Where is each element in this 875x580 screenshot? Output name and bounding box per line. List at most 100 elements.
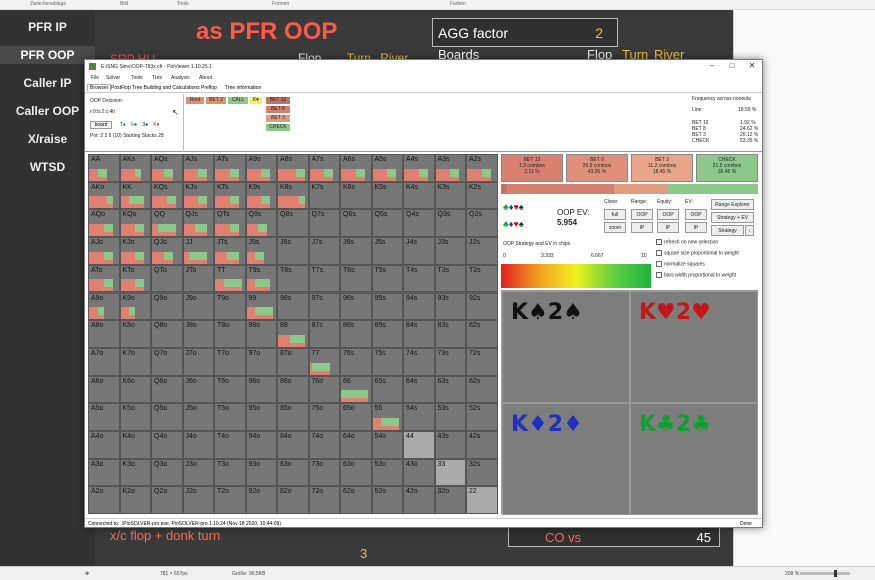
grid-cell[interactable]: T4s [403,264,435,293]
grid-cell[interactable]: Q2s [466,209,498,238]
grid-cell[interactable]: 88 [277,320,309,348]
grid-cell[interactable]: 55 [371,403,403,431]
path-bet2[interactable]: BET 2 [206,97,226,104]
menu-item[interactable]: File [91,75,99,81]
grid-cell[interactable]: Q6s [340,209,372,238]
grid-cell[interactable]: K3o [119,458,151,487]
path-turn-card[interactable]: K♥ [250,97,262,104]
grid-cell[interactable]: JTs [214,237,246,265]
grid-cell[interactable]: QQ [151,209,183,238]
grid-cell[interactable]: KTo [119,264,151,293]
grid-cell[interactable]: J3s [434,237,466,265]
grid-cell[interactable]: 63s [434,375,466,404]
grid-cell[interactable]: 44 [403,431,435,459]
grid-cell[interactable]: A6s [340,154,372,182]
grid-cell[interactable]: 33 [434,458,466,487]
grid-cell[interactable]: 94o [245,431,277,459]
grid-cell[interactable]: 82s [466,320,498,348]
grid-cell[interactable]: 64s [403,375,435,404]
path-root[interactable]: Root [186,97,204,104]
grid-cell[interactable]: K8o [119,320,151,348]
tab-item[interactable]: Preflop [201,85,217,91]
grid-cell[interactable]: ATs [214,154,246,182]
grid-cell[interactable]: 83s [434,320,466,348]
action-check[interactable]: CHECK [266,124,290,131]
grid-cell[interactable]: 63o [340,458,372,487]
grid-cell[interactable]: Q4o [151,431,183,459]
grid-cell[interactable]: 87s [308,320,340,348]
menu-item[interactable]: Analysis [171,75,190,81]
grid-cell[interactable]: A8o [88,320,120,348]
grid-cell[interactable]: A8s [277,154,309,182]
grid-cell[interactable]: 72o [308,486,340,515]
grid-cell[interactable]: AJo [88,237,120,265]
grid-cell[interactable]: AQs [151,154,183,182]
grid-cell[interactable]: 42s [466,431,498,459]
combo-cell[interactable]: K♥2♥ [630,291,758,403]
grid-cell[interactable]: 86s [340,320,372,348]
grid-cell[interactable]: 53s [434,403,466,431]
grid-cell[interactable]: AKo [88,181,120,210]
grid-cell[interactable]: 95s [371,292,403,321]
grid-cell[interactable]: 54o [371,431,403,459]
grid-cell[interactable]: 74s [403,347,435,376]
grid-cell[interactable]: QJo [151,237,183,265]
grid-cell[interactable]: J4s [403,237,435,265]
strategy-box-0[interactable]: BET 12 1.3 combos 2.11 % [501,154,563,182]
grid-cell[interactable]: 77 [308,347,340,376]
grid-cell[interactable]: A3o [88,458,120,487]
grid-cell[interactable]: A9s [245,154,277,182]
grid-cell[interactable]: 95o [245,403,277,431]
grid-cell[interactable]: A4s [403,154,435,182]
grid-cell[interactable]: A2o [88,486,120,515]
grid-cell[interactable]: Q6o [151,375,183,404]
menu-item[interactable]: About [199,75,212,81]
action-bet8[interactable]: BET 8 [266,106,290,113]
grid-cell[interactable]: A7s [308,154,340,182]
tab-item[interactable]: PostFlop Tree Building and Calculations [111,85,200,91]
grid-cell[interactable]: T6o [214,375,246,404]
range-explorer-button[interactable]: Range Explorer [711,199,754,210]
ctl-button[interactable]: zoom [604,222,626,233]
grid-cell[interactable]: T7o [214,347,246,376]
grid-cell[interactable]: Q9o [151,292,183,321]
grid-cell[interactable]: T9o [214,292,246,321]
grid-cell[interactable]: 52o [371,486,403,515]
grid-cell[interactable]: T5o [214,403,246,431]
grid-cell[interactable]: 85o [277,403,309,431]
grid-cell[interactable]: J5s [371,237,403,265]
minimize-icon[interactable]: – [703,61,721,72]
option-checkbox[interactable]: refresh on new selection [656,239,718,245]
grid-cell[interactable]: T7s [308,264,340,293]
path-call[interactable]: CALL [228,97,248,104]
grid-cell[interactable]: 32o [434,486,466,515]
grid-cell[interactable]: J5o [182,403,214,431]
grid-cell[interactable]: K7s [308,181,340,210]
grid-cell[interactable]: Q8s [277,209,309,238]
grid-cell[interactable]: 92s [466,292,498,321]
zoom-slider-thumb[interactable] [834,570,837,577]
grid-cell[interactable]: Q4s [403,209,435,238]
grid-cell[interactable]: K9o [119,292,151,321]
grid-cell[interactable]: A5s [371,154,403,182]
grid-cell[interactable]: K2s [466,181,498,210]
grid-cell[interactable]: Q9s [245,209,277,238]
grid-cell[interactable]: 42o [403,486,435,515]
grid-cell[interactable]: QJs [182,209,214,238]
grid-cell[interactable]: 93s [434,292,466,321]
grid-cell[interactable]: ATo [88,264,120,293]
grid-cell[interactable]: AA [88,154,120,182]
grid-cell[interactable]: 64o [340,431,372,459]
grid-cell[interactable]: 43s [434,431,466,459]
ctl-button[interactable]: OOP [685,209,707,220]
nav-item-3[interactable]: Caller OOP [0,102,95,120]
grid-cell[interactable]: 92o [245,486,277,515]
grid-cell[interactable]: 75s [371,347,403,376]
grid-cell[interactable]: K6s [340,181,372,210]
grid-cell[interactable]: K6o [119,375,151,404]
grid-cell[interactable]: T5s [371,264,403,293]
grid-cell[interactable]: J2o [182,486,214,515]
grid-cell[interactable]: K5o [119,403,151,431]
grid-cell[interactable]: T8o [214,320,246,348]
grid-cell[interactable]: AJs [182,154,214,182]
